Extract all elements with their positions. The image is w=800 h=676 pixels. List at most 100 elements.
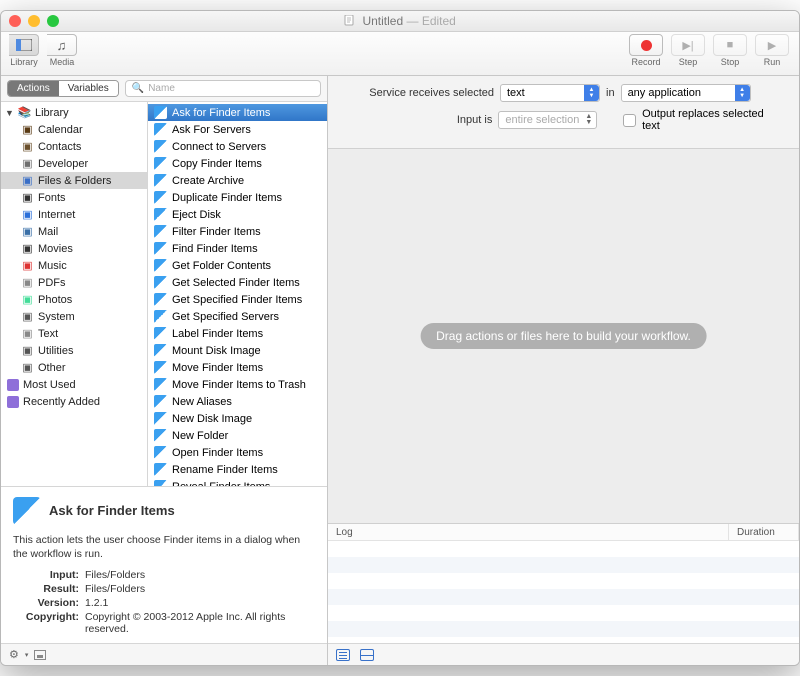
action-item[interactable]: Connect to Servers: [148, 138, 327, 155]
library-toggle[interactable]: [9, 34, 39, 56]
category-icon: ▣: [21, 242, 34, 255]
stop-button[interactable]: ■: [713, 34, 747, 56]
action-label: Connect to Servers: [172, 141, 266, 153]
media-toggle[interactable]: ♫: [47, 34, 77, 56]
action-item[interactable]: Move Finder Items to Trash: [148, 376, 327, 393]
zoom-window-button[interactable]: [47, 15, 59, 27]
action-item[interactable]: Get Selected Finder Items: [148, 274, 327, 291]
action-item[interactable]: Move Finder Items: [148, 359, 327, 376]
category-item[interactable]: ▣Text: [1, 325, 147, 342]
action-item[interactable]: Filter Finder Items: [148, 223, 327, 240]
action-item[interactable]: Get Specified Finder Items: [148, 291, 327, 308]
action-item[interactable]: Rename Finder Items: [148, 461, 327, 478]
finder-action-icon: [154, 140, 167, 153]
category-icon: ▣: [21, 293, 34, 306]
action-item[interactable]: Mount Disk Image: [148, 342, 327, 359]
log-header-message[interactable]: Log: [328, 524, 729, 540]
action-item[interactable]: Ask For Servers: [148, 121, 327, 138]
select-input-type[interactable]: text▲▼: [500, 84, 600, 102]
category-label: Developer: [38, 158, 88, 170]
select-input-scope[interactable]: entire selection▲▼: [498, 111, 597, 129]
search-input[interactable]: 🔍 Name: [125, 80, 321, 97]
smart-folder-item[interactable]: Recently Added: [1, 393, 147, 410]
log-header-duration[interactable]: Duration: [729, 524, 799, 540]
smart-folder-icon: [7, 379, 19, 391]
workflow-canvas[interactable]: Drag actions or files here to build your…: [328, 149, 799, 523]
tab-variables[interactable]: Variables: [59, 81, 118, 96]
category-item[interactable]: ▣Developer: [1, 155, 147, 172]
category-icon: ▣: [21, 344, 34, 357]
action-item[interactable]: Ask for Finder Items: [148, 104, 327, 121]
category-item[interactable]: ▣ PDFs: [1, 274, 147, 291]
cfg-in-label: in: [606, 87, 615, 99]
category-label: PDFs: [38, 277, 66, 289]
category-item[interactable]: ▣Photos: [1, 291, 147, 308]
actions-column[interactable]: Ask for Finder ItemsAsk For Servers Conne…: [148, 102, 327, 486]
category-label: Fonts: [38, 192, 66, 204]
chevron-down-icon[interactable]: ▾: [25, 651, 29, 659]
action-item[interactable]: New Disk Image: [148, 410, 327, 427]
finder-action-icon: [154, 344, 167, 357]
action-label: Get Specified Finder Items: [172, 294, 302, 306]
category-item[interactable]: ▣Internet: [1, 206, 147, 223]
action-item[interactable]: Copy Finder Items: [148, 155, 327, 172]
collapse-desc-icon[interactable]: [34, 650, 46, 660]
category-item[interactable]: ▣Calendar: [1, 121, 147, 138]
checkbox-output-replaces[interactable]: [623, 114, 636, 127]
title-text: Untitled: [362, 14, 403, 28]
action-item[interactable]: Duplicate Finder Items: [148, 189, 327, 206]
category-item[interactable]: ▣Files & Folders: [1, 172, 147, 189]
finder-action-icon: [154, 106, 167, 119]
finder-action-icon: [154, 157, 167, 170]
category-item[interactable]: ▣System: [1, 308, 147, 325]
action-label: Get Specified Servers: [172, 311, 279, 323]
category-label: Mail: [38, 226, 58, 238]
library-root[interactable]: ▼📚Library: [1, 104, 147, 121]
record-button[interactable]: [629, 34, 663, 56]
action-item[interactable]: Find Finder Items: [148, 240, 327, 257]
select-application[interactable]: any application▲▼: [621, 84, 751, 102]
category-item[interactable]: ▣ Utilities: [1, 342, 147, 359]
action-item[interactable]: New Folder: [148, 427, 327, 444]
action-item[interactable]: Eject Disk: [148, 206, 327, 223]
finder-action-icon: [154, 361, 167, 374]
play-icon: ▶: [768, 39, 776, 52]
action-label: Open Finder Items: [172, 447, 263, 459]
step-button[interactable]: ▶|: [671, 34, 705, 56]
minimize-window-button[interactable]: [28, 15, 40, 27]
finder-action-icon: [154, 429, 167, 442]
action-item[interactable]: New Aliases: [148, 393, 327, 410]
category-item[interactable]: ▣Contacts: [1, 138, 147, 155]
select-input-type-value: text: [507, 87, 525, 99]
desc-version-key: Version:: [13, 597, 79, 609]
document-icon: [344, 15, 355, 26]
category-item[interactable]: ▣Music: [1, 257, 147, 274]
category-item[interactable]: ▣Other: [1, 359, 147, 376]
library-tabs: Actions Variables: [7, 80, 119, 97]
action-item[interactable]: Get Folder Contents: [148, 257, 327, 274]
action-item[interactable]: Create Archive: [148, 172, 327, 189]
category-column[interactable]: ▼📚Library▣Calendar▣Contacts▣Developer▣Fi…: [1, 102, 148, 486]
select-application-value: any application: [628, 87, 701, 99]
category-label: Utilities: [38, 345, 73, 357]
gear-icon[interactable]: ⚙︎: [9, 648, 19, 661]
action-label: New Disk Image: [172, 413, 252, 425]
action-item[interactable]: Reveal Finder Items: [148, 478, 327, 486]
music-note-icon: ♫: [57, 38, 67, 53]
category-item[interactable]: ▣Fonts: [1, 189, 147, 206]
log-view-icon[interactable]: [336, 649, 350, 661]
action-item[interactable]: Get Specified Servers: [148, 308, 327, 325]
run-button[interactable]: ▶: [755, 34, 789, 56]
results-view-icon[interactable]: [360, 649, 374, 661]
cfg-receives-label: Service receives selected: [344, 87, 494, 99]
action-item[interactable]: Label Finder Items: [148, 325, 327, 342]
smart-folder-item[interactable]: Most Used: [1, 376, 147, 393]
action-item[interactable]: Open Finder Items: [148, 444, 327, 461]
finder-action-icon: [154, 123, 167, 136]
category-icon: ▣: [21, 276, 34, 289]
category-item[interactable]: ▣Movies: [1, 240, 147, 257]
disclosure-triangle-icon[interactable]: ▼: [5, 108, 14, 118]
category-item[interactable]: ▣Mail: [1, 223, 147, 240]
close-window-button[interactable]: [9, 15, 21, 27]
tab-actions[interactable]: Actions: [8, 81, 59, 96]
